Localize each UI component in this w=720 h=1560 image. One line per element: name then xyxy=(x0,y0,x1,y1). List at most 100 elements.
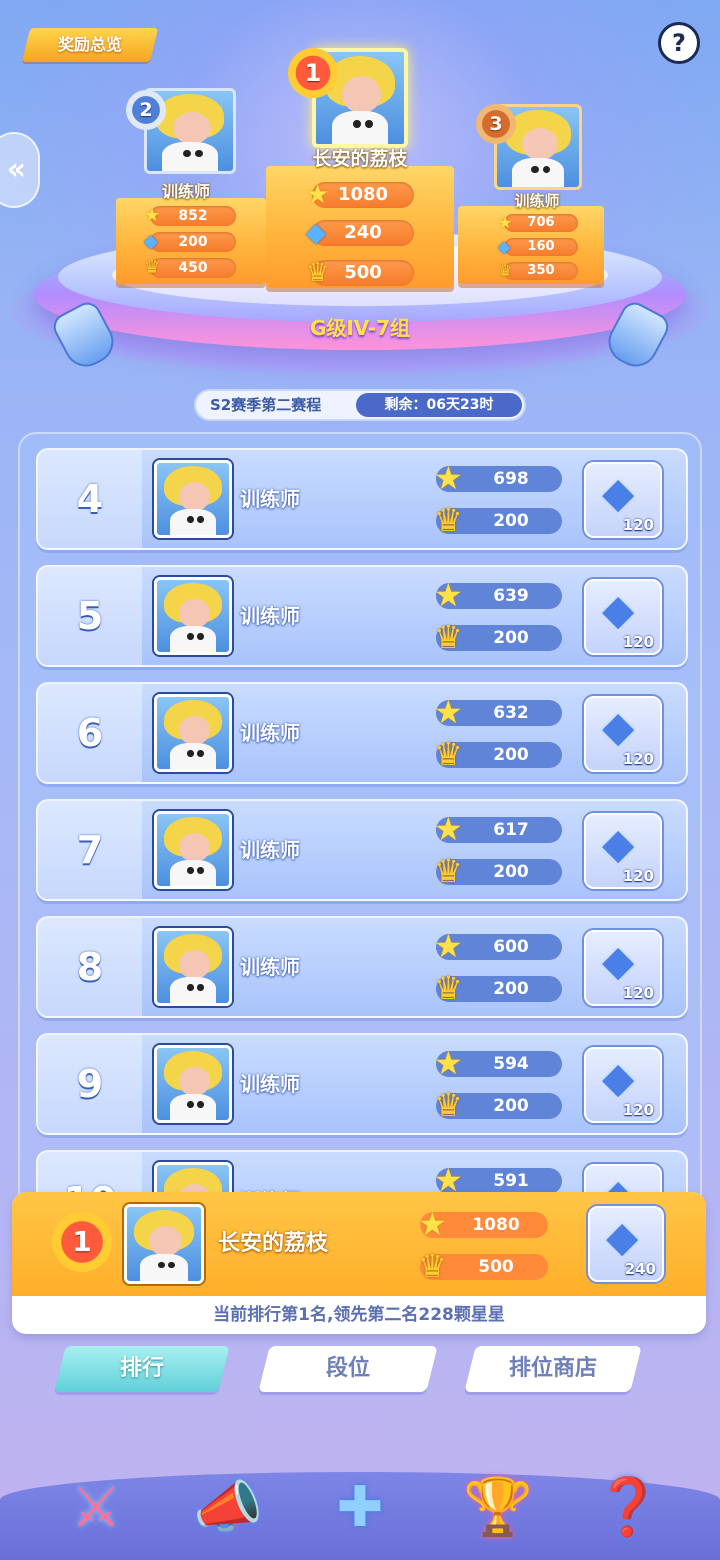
podium-second-crowns: ♛ 450 xyxy=(144,258,236,278)
crystal-icon: ◆ xyxy=(602,585,635,634)
player-stars: ★ 632 xyxy=(434,693,562,731)
crown-icon: ♛ xyxy=(434,1086,463,1124)
rank-row[interactable]: 7 训练师 ★ 617 ♛ 200 ◆ 120 xyxy=(36,799,688,901)
rank-number: 4 xyxy=(38,450,142,548)
player-avatar[interactable] xyxy=(154,928,232,1006)
my-name: 长安的荔枝 xyxy=(218,1231,329,1256)
player-stars: ★ 639 xyxy=(434,576,562,614)
my-reward-count: 240 xyxy=(624,1260,656,1278)
help-button[interactable]: ? xyxy=(658,22,700,64)
star-icon: ★ xyxy=(434,459,463,497)
player-name: 训练师 xyxy=(240,487,300,511)
podium-third-crowns: ♛ 350 xyxy=(498,262,578,280)
star-icon: ★ xyxy=(434,927,463,965)
rank-row[interactable]: 8 训练师 ★ 600 ♛ 200 ◆ 120 xyxy=(36,916,688,1018)
reward-count: 120 xyxy=(622,867,654,885)
reward-count: 120 xyxy=(622,750,654,768)
crystal-icon: ◆ xyxy=(602,702,635,751)
my-rank-row: 1 长安的荔枝 ★ 1080 ♛ 500 ◆ 240 xyxy=(12,1192,706,1296)
crown-icon: ♛ xyxy=(434,501,463,539)
star-icon: ★ xyxy=(434,1044,463,1082)
podium-first-stars: ★ 1080 xyxy=(306,182,414,208)
rank-reward[interactable]: ◆120 xyxy=(584,813,662,889)
player-name: 训练师 xyxy=(240,604,300,628)
rank-number: 9 xyxy=(38,1035,142,1133)
crown-icon: ♛ xyxy=(434,852,463,890)
rank-reward[interactable]: ◆120 xyxy=(584,930,662,1006)
side-expand-tab[interactable]: « xyxy=(0,132,40,208)
battle-icon: ⚔ xyxy=(70,1475,122,1540)
my-rank-status: 当前排行第1名,领先第二名228颗星星 xyxy=(213,1305,505,1325)
podium-first-name: 长安的荔枝 xyxy=(312,148,408,170)
tab-tier-label: 段位 xyxy=(325,1356,370,1381)
crown-icon: ♛ xyxy=(434,969,463,1007)
player-stars: ★ 600 xyxy=(434,927,562,965)
trophy-icon: 🏆 xyxy=(463,1475,533,1540)
player-name: 训练师 xyxy=(240,955,300,979)
crown-icon: ♛ xyxy=(434,735,463,773)
crown-icon: ♛ xyxy=(434,618,463,656)
rank-list[interactable]: 4 训练师 ★ 698 ♛ 200 ◆ 120 5 训练师 ★ 639 ♛ 200 ◆ 120 6 训练师 ★ 632… xyxy=(18,432,702,1210)
reward-overview-button[interactable]: 奖励总览 xyxy=(21,28,159,62)
crown-icon: ♛ xyxy=(418,1247,447,1285)
crystal-icon: ◆ xyxy=(602,819,635,868)
tab-rank[interactable]: 排行 xyxy=(54,1346,230,1392)
crystal-icon: ◆ xyxy=(602,1053,635,1102)
player-crowns: ♛ 200 xyxy=(434,1086,562,1124)
crystal-icon: ◆ xyxy=(602,936,635,985)
bronze-medal-icon: 3 xyxy=(476,104,516,144)
star-icon: ★ xyxy=(498,213,513,232)
rank-number: 8 xyxy=(38,918,142,1016)
reward-count: 120 xyxy=(622,1101,654,1119)
season-remaining: 剩余：06天23时 xyxy=(356,393,522,417)
season-bar: S2赛季第二赛程 剩余：06天23时 xyxy=(194,389,526,421)
my-reward[interactable]: ◆ 240 xyxy=(588,1206,664,1282)
rank-reward[interactable]: ◆120 xyxy=(584,696,662,772)
crystal-icon: ◆ xyxy=(498,237,511,256)
podium-second-crystals: ◆ 200 xyxy=(144,232,236,252)
tab-rank-label: 排行 xyxy=(119,1356,164,1381)
player-avatar[interactable] xyxy=(154,694,232,772)
rank-row[interactable]: 6 训练师 ★ 632 ♛ 200 ◆ 120 xyxy=(36,682,688,784)
crystal-icon: ◆ xyxy=(306,218,326,248)
crown-icon: ♛ xyxy=(306,258,330,288)
podium-first-crystals: ◆ 240 xyxy=(306,220,414,246)
player-crowns: ♛ 200 xyxy=(434,618,562,656)
player-crowns: ♛ 200 xyxy=(434,735,562,773)
podium-third-name: 训练师 xyxy=(514,192,560,210)
nav-battle[interactable]: ⚔ xyxy=(48,1462,144,1554)
my-avatar[interactable] xyxy=(124,1204,204,1284)
player-name: 训练师 xyxy=(240,1072,300,1096)
tab-tier[interactable]: 段位 xyxy=(258,1346,438,1392)
rank-row[interactable]: 9 训练师 ★ 594 ♛ 200 ◆ 120 xyxy=(36,1033,688,1135)
player-avatar[interactable] xyxy=(154,811,232,889)
rank-reward[interactable]: ◆120 xyxy=(584,579,662,655)
rank-row[interactable]: 5 训练师 ★ 639 ♛ 200 ◆ 120 xyxy=(36,565,688,667)
tab-rank-shop-label: 排位商店 xyxy=(508,1356,597,1381)
reward-count: 120 xyxy=(622,633,654,651)
group-label: G级IV-7组 xyxy=(309,316,411,340)
podium-second-stars: ★ 852 xyxy=(144,206,236,226)
player-crowns: ♛ 200 xyxy=(434,852,562,890)
player-avatar[interactable] xyxy=(154,460,232,538)
rank-reward[interactable]: ◆120 xyxy=(584,462,662,538)
podium-area: 奖励总览 ? « 2 训练师 ★ 852 ◆ 200 ♛ 450 1 长安的荔枝… xyxy=(0,0,720,440)
reward-overview-label: 奖励总览 xyxy=(57,35,122,54)
nav-whistle[interactable]: 📣 xyxy=(180,1462,276,1554)
tab-rank-shop[interactable]: 排位商店 xyxy=(464,1346,642,1392)
player-avatar[interactable] xyxy=(154,577,232,655)
star-icon: ★ xyxy=(434,576,463,614)
rank-row[interactable]: 4 训练师 ★ 698 ♛ 200 ◆ 120 xyxy=(36,448,688,550)
podium-third-stars: ★ 706 xyxy=(498,214,578,232)
rank-reward[interactable]: ◆120 xyxy=(584,1047,662,1123)
nav-trophy[interactable]: 🏆 xyxy=(450,1462,546,1554)
nav-gamepad[interactable]: ✚ xyxy=(312,1462,408,1554)
player-stars: ★ 698 xyxy=(434,459,562,497)
crown-icon: ♛ xyxy=(498,261,513,280)
player-stars: ★ 617 xyxy=(434,810,562,848)
my-rank-card: 1 长安的荔枝 ★ 1080 ♛ 500 ◆ 240 当前排行第1名,领先第二名… xyxy=(12,1192,706,1334)
nav-mystery-machine[interactable]: ❓ xyxy=(580,1462,676,1554)
double-chevron-left-icon: « xyxy=(6,152,26,187)
player-avatar[interactable] xyxy=(154,1045,232,1123)
rank-number: 5 xyxy=(38,567,142,665)
